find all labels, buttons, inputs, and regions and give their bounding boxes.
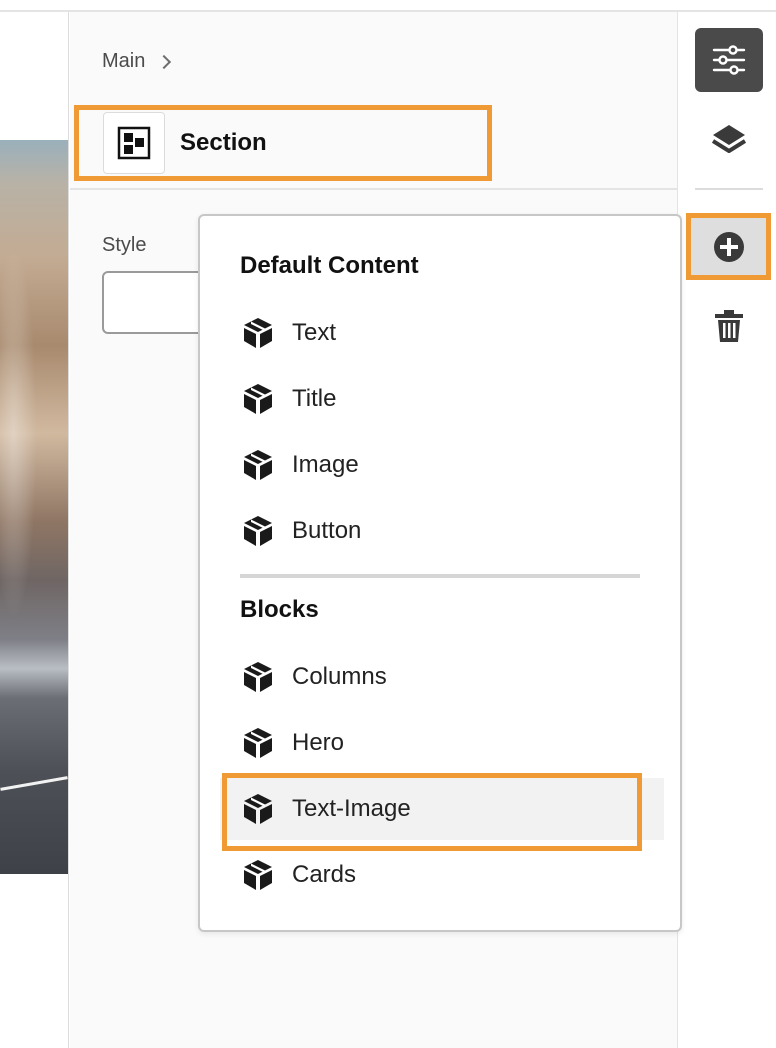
cube-icon xyxy=(240,791,276,827)
road-marking xyxy=(0,776,68,791)
menu-item-cards[interactable]: Cards xyxy=(220,844,664,906)
add-circle-icon xyxy=(713,231,744,262)
menu-item-label: Title xyxy=(292,385,337,412)
menu-heading-default-content: Default Content xyxy=(240,252,419,279)
menu-divider xyxy=(240,574,640,578)
section-icon xyxy=(103,112,165,174)
menu-item-label: Text xyxy=(292,319,337,346)
cube-icon xyxy=(240,659,276,695)
menu-item-label: Image xyxy=(292,451,359,478)
cube-icon xyxy=(240,725,276,761)
menu-item-label: Text-Image xyxy=(292,795,411,822)
menu-item-image[interactable]: Image xyxy=(220,434,664,496)
breadcrumb: Main xyxy=(102,50,172,73)
menu-item-title[interactable]: Title xyxy=(220,368,664,430)
menu-item-hero[interactable]: Hero xyxy=(220,712,664,774)
cube-icon xyxy=(240,857,276,893)
menu-item-text[interactable]: Text xyxy=(220,302,664,364)
menu-item-button[interactable]: Button xyxy=(220,500,664,562)
menu-item-label: Hero xyxy=(292,729,345,756)
layers-icon xyxy=(711,125,747,153)
section-title: Section xyxy=(180,129,267,156)
sliders-icon xyxy=(712,45,746,75)
menu-item-label: Cards xyxy=(292,861,357,888)
breadcrumb-main[interactable]: Main xyxy=(102,50,145,73)
cube-icon xyxy=(240,315,276,351)
menu-item-text-image[interactable]: Text-Image xyxy=(220,778,664,840)
properties-button[interactable] xyxy=(695,28,763,92)
add-button[interactable] xyxy=(686,213,771,280)
section-header: Section xyxy=(74,105,492,181)
cube-icon xyxy=(240,447,276,483)
menu-item-label: Button xyxy=(292,517,362,544)
page-canvas-preview[interactable] xyxy=(0,12,69,1048)
right-toolbar xyxy=(677,12,776,1048)
chevron-right-icon xyxy=(157,54,172,70)
menu-item-label: Columns xyxy=(292,663,387,690)
menu-item-columns[interactable]: Columns xyxy=(220,646,664,708)
toolbar-divider xyxy=(695,188,763,190)
menu-heading-blocks: Blocks xyxy=(240,596,319,623)
delete-button[interactable] xyxy=(695,294,763,358)
cube-icon xyxy=(240,513,276,549)
layers-button[interactable] xyxy=(695,108,763,172)
trash-icon xyxy=(715,310,743,342)
cube-icon xyxy=(240,381,276,417)
style-label: Style xyxy=(102,234,147,256)
add-component-menu: Default Content Text Title Image Button … xyxy=(198,214,682,932)
divider xyxy=(70,188,677,190)
hero-photo xyxy=(0,140,68,874)
